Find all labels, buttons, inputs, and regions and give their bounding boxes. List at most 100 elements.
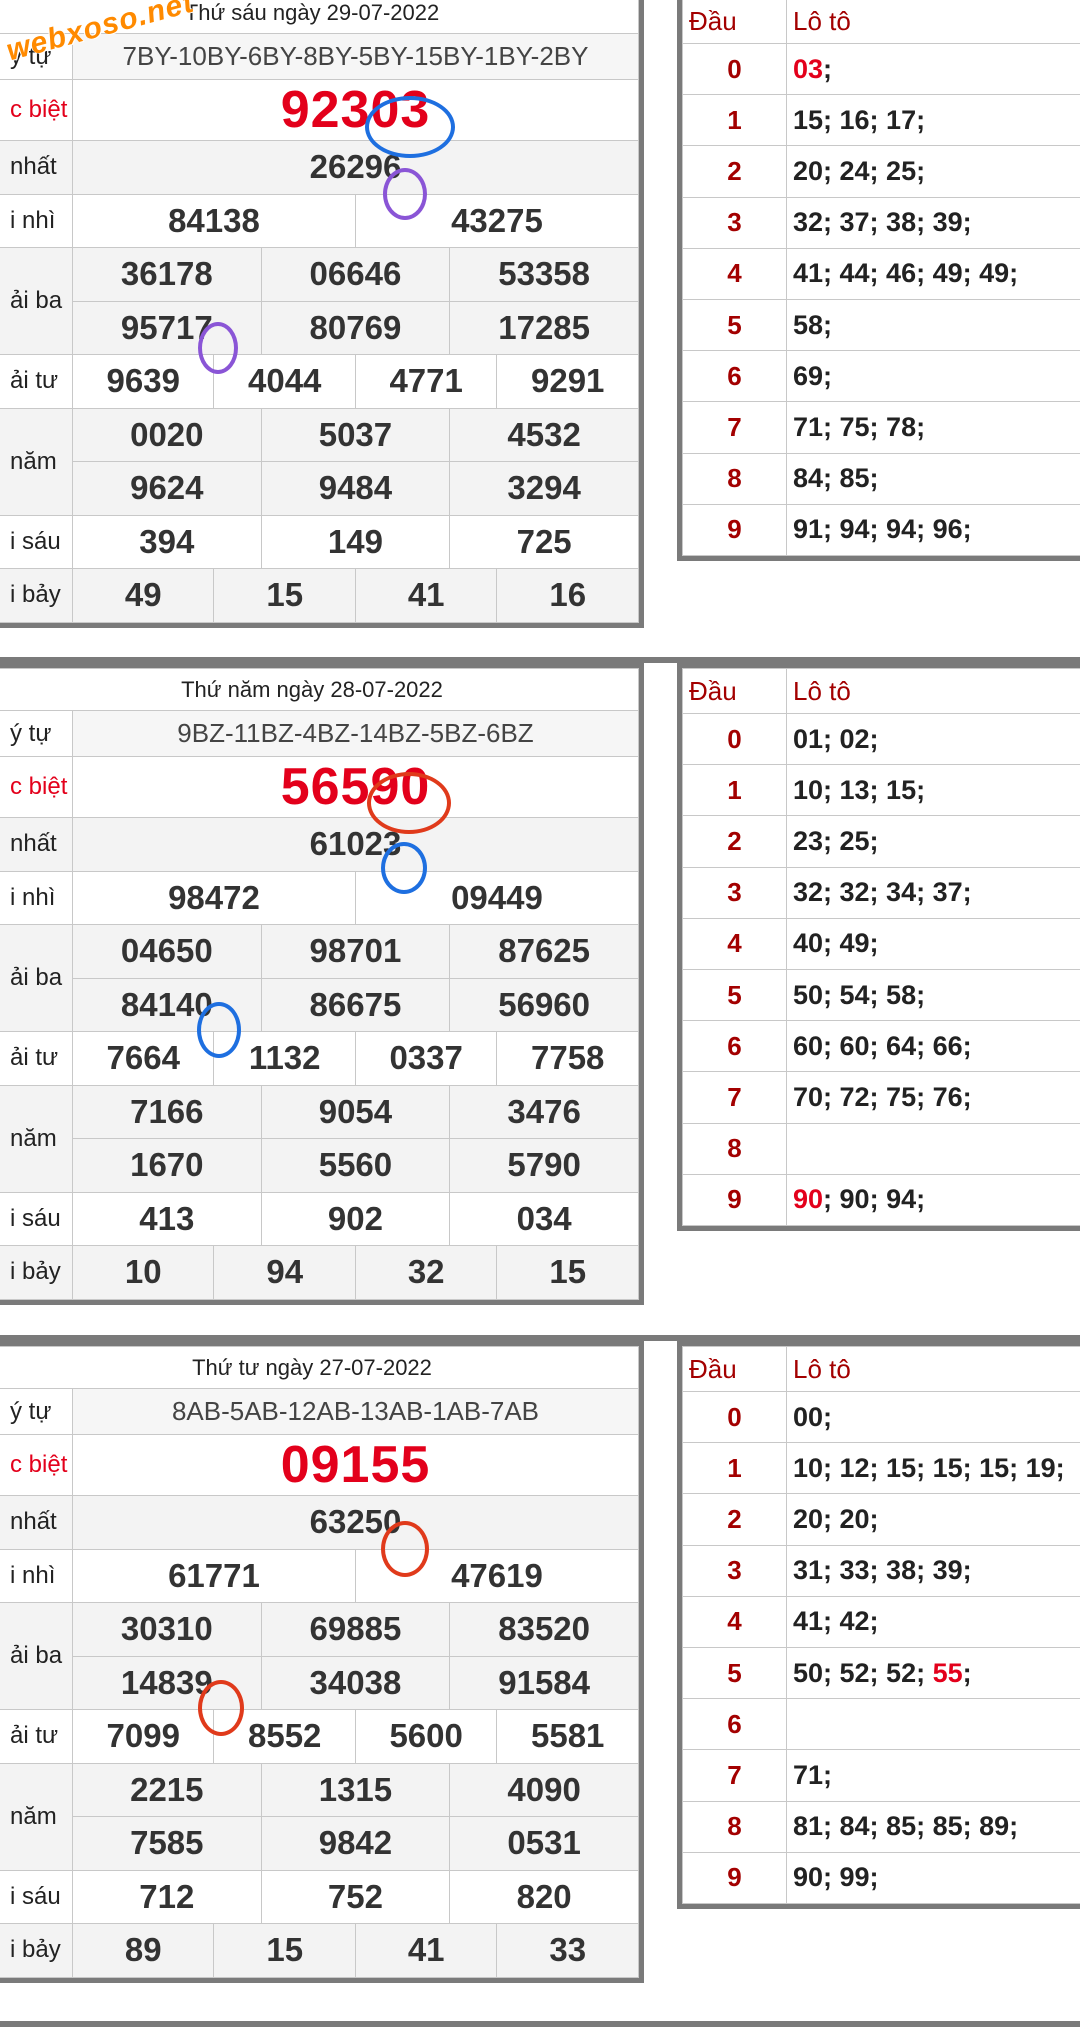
loto-row: 20; 20; bbox=[786, 1493, 1080, 1546]
prize-value: 30310 bbox=[120, 1610, 213, 1648]
loto-row: 71; bbox=[786, 1749, 1080, 1802]
prize-value: 3294 bbox=[507, 469, 581, 507]
loto-dau: 4 bbox=[682, 917, 787, 970]
loto-row: 41; 44; 46; 49; 49; bbox=[786, 247, 1080, 300]
prize-number: 83520 bbox=[449, 1602, 639, 1657]
prize-value: 47619 bbox=[451, 1556, 543, 1594]
loto-row: 15; 16; 17; bbox=[786, 94, 1080, 147]
prize-label-g2: i nhì bbox=[0, 870, 73, 925]
loto-values: 41; 44; 46; 49; 49; bbox=[793, 258, 1019, 289]
loto-grid: Đầu Lô tô 0 00; 1 10; 12; 15; 15; 15; 19; 2 20… bbox=[682, 1346, 1080, 1904]
loto-values: 58; bbox=[793, 309, 833, 340]
loto-dau: 2 bbox=[682, 815, 787, 868]
draw-code: 9BZ-11BZ-4BZ-14BZ-5BZ-6BZ bbox=[72, 710, 639, 757]
prize-value: 86675 bbox=[309, 985, 402, 1023]
prize-value: 725 bbox=[516, 522, 572, 560]
loto-values: 41; 42; bbox=[793, 1606, 879, 1637]
loto-values: ; bbox=[962, 1657, 972, 1688]
prize-label-g7: i bảy bbox=[0, 1245, 73, 1300]
prize-value: 7099 bbox=[106, 1717, 180, 1755]
section-divider bbox=[0, 2021, 1080, 2027]
prize-label-g2: i nhì bbox=[0, 193, 73, 248]
loto-header-dau: Đầu bbox=[682, 1346, 787, 1392]
prize-number: 1132 bbox=[213, 1031, 356, 1086]
prize-number: 87625 bbox=[449, 924, 639, 979]
loto-row: 41; 42; bbox=[786, 1595, 1080, 1648]
prize-number: 80769 bbox=[260, 300, 451, 355]
prize-value: 43275 bbox=[451, 201, 543, 239]
prize-number: 53358 bbox=[449, 247, 639, 302]
loto-dau: 9 bbox=[682, 503, 787, 556]
prize-value: 56960 bbox=[498, 985, 590, 1023]
loto-row: 69; bbox=[786, 350, 1080, 403]
prize-label-g6: i sáu bbox=[0, 1869, 73, 1924]
prize-number: 9054 bbox=[260, 1084, 451, 1139]
prize-value: 5037 bbox=[318, 415, 393, 453]
prize-number: 149 bbox=[260, 514, 451, 569]
prize-number: 33 bbox=[496, 1923, 639, 1978]
prize-label-g3: ải ba bbox=[0, 1602, 73, 1710]
prize-value: 4532 bbox=[507, 415, 581, 453]
prize-label-g5: năm bbox=[0, 1762, 73, 1871]
prize-label-g3: ải ba bbox=[0, 247, 73, 355]
prize-value: 56590 bbox=[280, 758, 431, 816]
prize-number: 63250 bbox=[72, 1495, 639, 1550]
prize-number: 56590 bbox=[72, 756, 639, 818]
loto-row: 32; 37; 38; 39; bbox=[786, 196, 1080, 249]
loto-values: 23; 25; bbox=[793, 825, 879, 856]
loto-values: 90; 99; bbox=[793, 1862, 879, 1893]
loto-dau: 6 bbox=[682, 1020, 787, 1073]
draw-date: Thứ năm ngày 28-07-2022 bbox=[0, 668, 639, 711]
loto-values: 71; 75; 78; bbox=[793, 411, 926, 442]
loto-dau: 2 bbox=[682, 145, 787, 198]
loto-highlight: 03 bbox=[793, 53, 824, 84]
prize-number: 8552 bbox=[213, 1709, 356, 1764]
loto-row: 03; bbox=[786, 42, 1080, 96]
prize-number: 17285 bbox=[449, 300, 639, 355]
prize-value: 0020 bbox=[130, 415, 204, 453]
prize-value: 394 bbox=[139, 522, 195, 560]
loto-row: 50; 52; 52; 55; bbox=[786, 1646, 1080, 1700]
loto-header-dau: Đầu bbox=[682, 668, 787, 714]
prize-value: 712 bbox=[139, 1877, 195, 1915]
prize-value: 41 bbox=[407, 576, 445, 614]
prize-label-g4: ải tư bbox=[0, 354, 73, 409]
prize-value: 2215 bbox=[130, 1770, 204, 1808]
prize-number: 98701 bbox=[260, 924, 451, 979]
prize-number: 49 bbox=[71, 568, 215, 623]
loto-values: 31; 33; 38; 39; bbox=[793, 1555, 972, 1586]
loto-dau: 8 bbox=[682, 452, 787, 505]
prize-value: 4090 bbox=[507, 1770, 581, 1808]
prize-number: 84140 bbox=[72, 977, 262, 1032]
loto-dau: 3 bbox=[682, 1544, 787, 1597]
result-table-2: Thứ năm ngày 28-07-2022 ý tự 9BZ-11BZ-4B… bbox=[0, 663, 644, 1305]
loto-row: 90; 99; bbox=[786, 1851, 1080, 1904]
prize-number: 7166 bbox=[72, 1084, 262, 1139]
loto-dau: 0 bbox=[682, 42, 787, 96]
prize-number: 47619 bbox=[354, 1548, 640, 1603]
loto-dau: 8 bbox=[682, 1800, 787, 1853]
loto-row: 91; 94; 94; 96; bbox=[786, 503, 1080, 556]
prize-label-code: ý tự bbox=[0, 710, 73, 757]
prize-value: 84140 bbox=[120, 985, 213, 1023]
prize-number: 9842 bbox=[260, 1816, 451, 1871]
prize-value: 752 bbox=[327, 1877, 383, 1915]
loto-dau: 5 bbox=[682, 1646, 787, 1700]
prize-value: 17285 bbox=[498, 308, 590, 346]
prize-value: 09449 bbox=[451, 878, 543, 916]
prize-label-g5: năm bbox=[0, 407, 73, 516]
prize-value: 5790 bbox=[507, 1146, 581, 1184]
prize-number: 10 bbox=[71, 1245, 215, 1300]
loto-row: 00; bbox=[786, 1390, 1080, 1444]
loto-dau: 9 bbox=[682, 1851, 787, 1904]
prize-number: 32 bbox=[354, 1245, 498, 1300]
loto-values: 91; 94; 94; 96; bbox=[793, 514, 972, 545]
prize-label-db: c biệt bbox=[0, 756, 73, 818]
prize-number: 43275 bbox=[354, 193, 640, 248]
loto-dau: 5 bbox=[682, 298, 787, 352]
prize-value: 9054 bbox=[318, 1092, 393, 1130]
result-grid: Thứ năm ngày 28-07-2022 ý tự 9BZ-11BZ-4B… bbox=[0, 668, 640, 1300]
prize-value: 98701 bbox=[309, 932, 402, 970]
prize-number: 5790 bbox=[449, 1138, 639, 1193]
loto-row bbox=[786, 1698, 1080, 1751]
